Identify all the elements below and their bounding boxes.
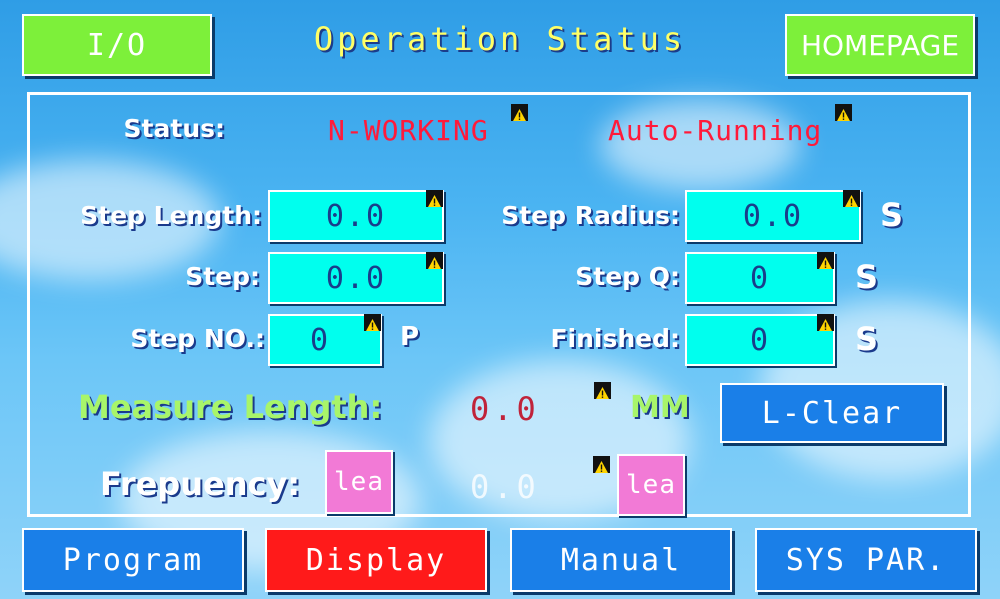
step-length-field[interactable]: 0.0 bbox=[268, 190, 444, 242]
warning-icon bbox=[843, 190, 860, 207]
step-radius-field[interactable]: 0.0 bbox=[685, 190, 861, 242]
frequency-label: Frepuency: bbox=[100, 465, 301, 503]
status-label: Status: bbox=[123, 114, 225, 143]
nav-display-button[interactable]: Display bbox=[265, 528, 487, 592]
status-working-state: N-WORKING bbox=[328, 114, 489, 147]
finished-label: Finished: bbox=[550, 324, 680, 353]
step-no-value: 0 bbox=[310, 322, 331, 358]
step-q-value: 0 bbox=[749, 260, 771, 296]
measure-length-unit: MM bbox=[630, 390, 690, 425]
step-q-unit: S bbox=[855, 258, 879, 296]
homepage-button-label: HOMEPAGE bbox=[800, 28, 960, 62]
warning-icon bbox=[594, 382, 611, 399]
frequency-decrease-button[interactable]: lea bbox=[325, 450, 393, 514]
step-no-label: Step NO.: bbox=[130, 324, 265, 353]
nav-sys-par-button[interactable]: SYS PAR. bbox=[755, 528, 977, 592]
nav-manual-button[interactable]: Manual bbox=[510, 528, 732, 592]
finished-field[interactable]: 0 bbox=[685, 314, 835, 366]
frequency-decrease-label: lea bbox=[334, 467, 384, 497]
step-q-field[interactable]: 0 bbox=[685, 252, 835, 304]
finished-value: 0 bbox=[749, 322, 771, 358]
warning-icon bbox=[817, 252, 834, 269]
warning-icon bbox=[593, 456, 610, 473]
warning-icon bbox=[817, 314, 834, 331]
finished-unit: S bbox=[855, 320, 879, 358]
step-radius-label: Step Radius: bbox=[501, 201, 680, 230]
nav-program-label: Program bbox=[62, 542, 204, 578]
nav-manual-label: Manual bbox=[560, 542, 682, 578]
measure-length-label: Measure Length: bbox=[78, 388, 383, 426]
nav-program-button[interactable]: Program bbox=[22, 528, 244, 592]
page-title: Operation Status bbox=[313, 20, 687, 58]
step-no-unit: P bbox=[400, 322, 420, 352]
frequency-increase-button[interactable]: lea bbox=[617, 454, 685, 516]
warning-icon bbox=[835, 104, 852, 121]
step-q-label: Step Q: bbox=[575, 262, 680, 291]
step-radius-value: 0.0 bbox=[742, 198, 804, 234]
io-button-label: I/O bbox=[86, 27, 148, 63]
step-length-value: 0.0 bbox=[325, 198, 387, 234]
nav-sys-par-label: SYS PAR. bbox=[785, 542, 947, 578]
warning-icon bbox=[426, 190, 443, 207]
warning-icon bbox=[511, 104, 528, 121]
length-clear-label: L-Clear bbox=[761, 395, 903, 431]
status-mode-state: Auto-Running bbox=[608, 114, 823, 147]
status-panel bbox=[27, 92, 971, 517]
nav-display-label: Display bbox=[305, 542, 447, 578]
step-label: Step: bbox=[185, 262, 260, 291]
step-field[interactable]: 0.0 bbox=[268, 252, 444, 304]
step-length-label: Step Length: bbox=[80, 201, 262, 230]
frequency-value: 0.0 bbox=[470, 468, 540, 506]
homepage-button[interactable]: HOMEPAGE bbox=[785, 14, 975, 76]
io-button[interactable]: I/O bbox=[22, 14, 212, 76]
step-value: 0.0 bbox=[325, 260, 387, 296]
step-radius-unit: S bbox=[880, 196, 904, 234]
frequency-increase-label: lea bbox=[626, 470, 676, 500]
warning-icon bbox=[364, 314, 381, 331]
warning-icon bbox=[426, 252, 443, 269]
length-clear-button[interactable]: L-Clear bbox=[720, 383, 944, 443]
measure-length-value: 0.0 bbox=[470, 390, 540, 428]
